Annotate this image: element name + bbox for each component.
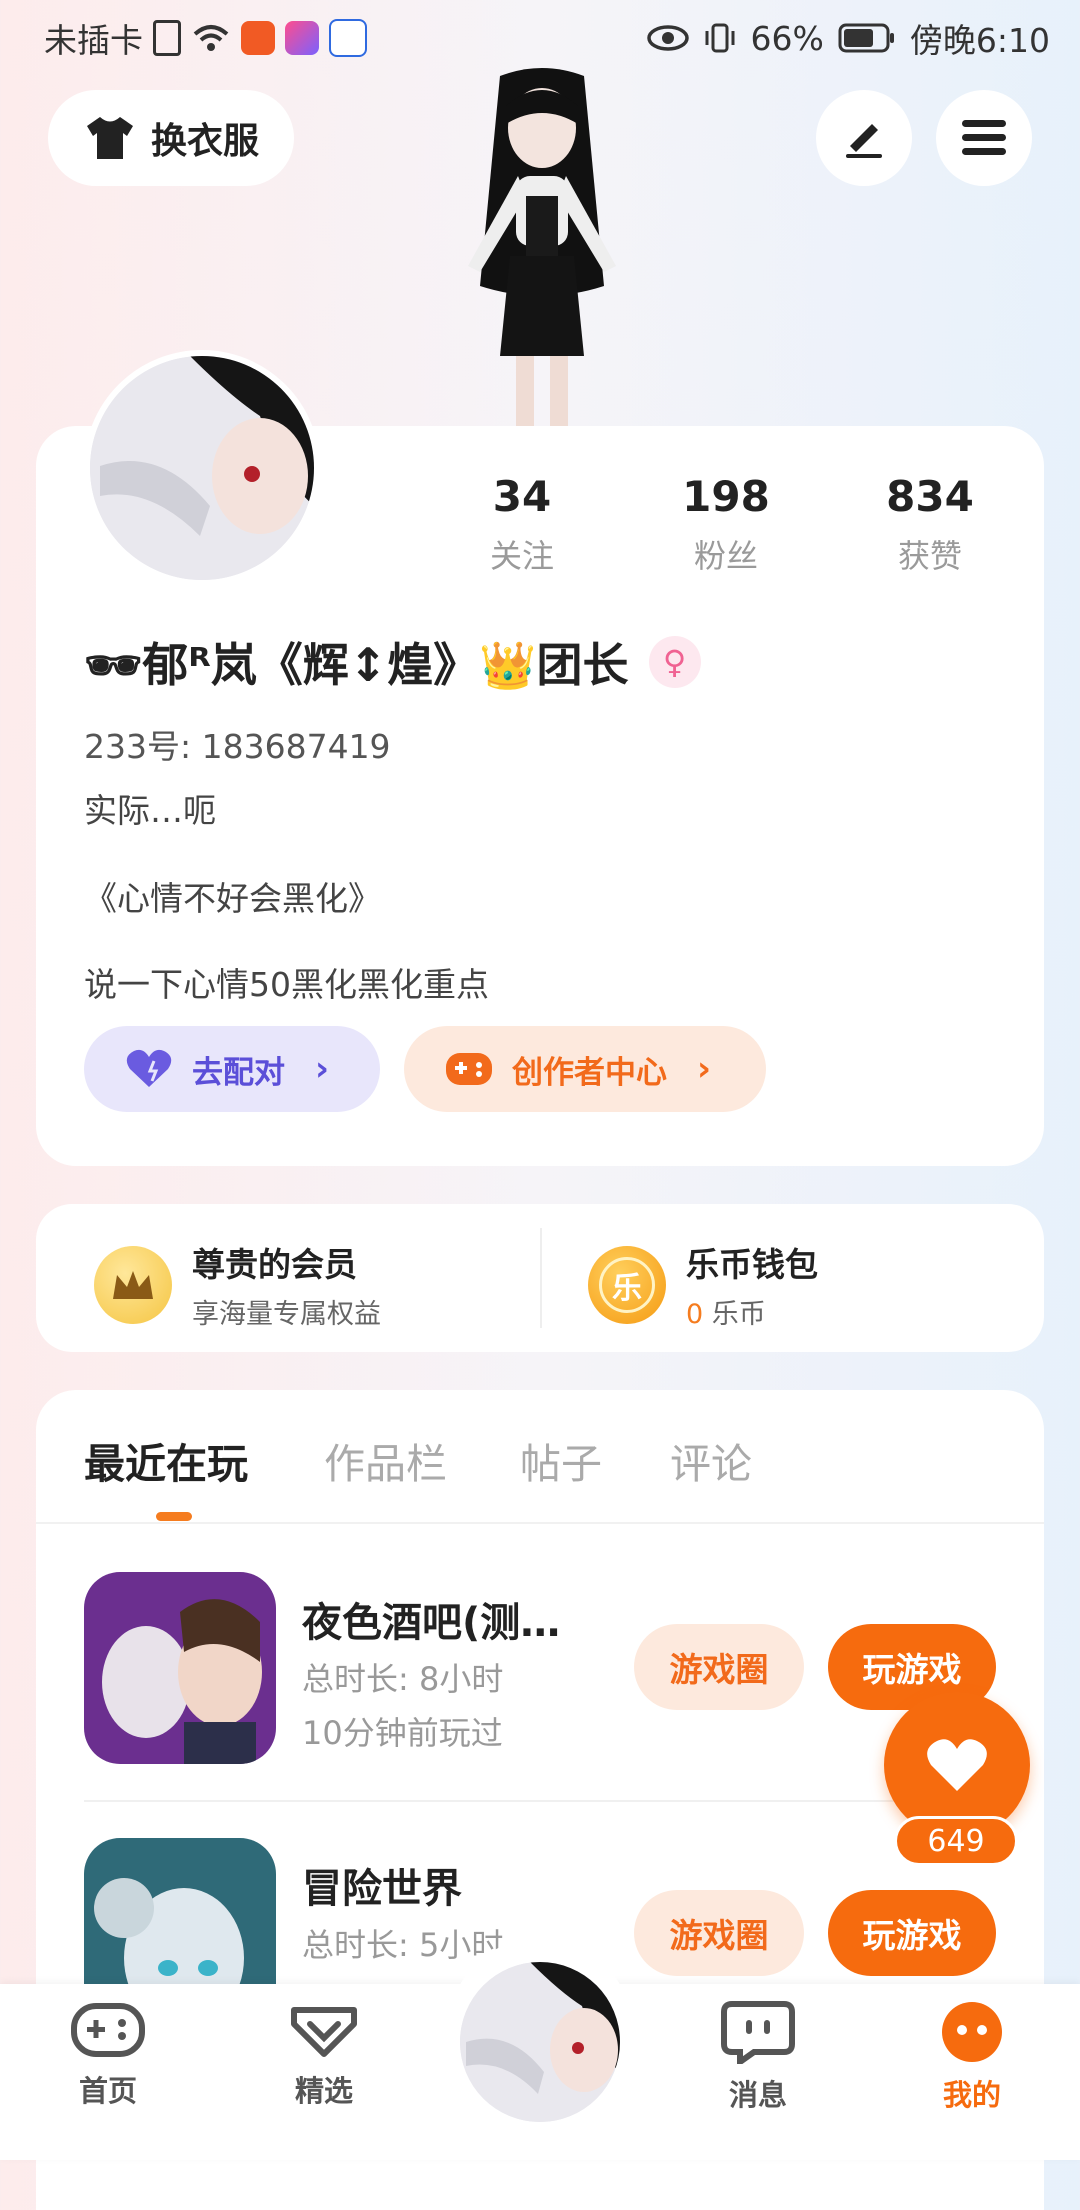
nav-home[interactable]: 首页 [38, 2000, 178, 2110]
avatar[interactable] [84, 350, 320, 586]
play-game-button[interactable]: 玩游戏 [828, 1890, 996, 1976]
member-subtitle: 享海量专属权益 [192, 1299, 381, 1330]
nav-messages[interactable]: 消息 [688, 2000, 828, 2114]
tab-posts[interactable]: 帖子 [520, 1430, 602, 1490]
change-outfit-label: 换衣服 [150, 121, 259, 162]
nav-me-label: 我的 [942, 2078, 1001, 2112]
sim-icon [153, 20, 181, 56]
female-gender-icon: ♀ [648, 636, 701, 688]
user-id[interactable]: 233号: 183687419 [84, 720, 391, 768]
baidu-icon [329, 19, 367, 57]
match-label: 去配对 [192, 1054, 285, 1091]
like-count: 649 [894, 1816, 1018, 1866]
divider [540, 1228, 542, 1328]
wifi-icon [193, 25, 229, 51]
likes-stat[interactable]: 834 获赞 [840, 472, 1020, 577]
menu-icon [962, 120, 1006, 155]
battery-percent: 66% [750, 18, 824, 58]
app-notification-icon [285, 21, 319, 55]
game-circle-button[interactable]: 游戏圈 [634, 1890, 804, 1976]
carrier-label: 未插卡 [44, 21, 143, 60]
followers-count: 198 [682, 472, 770, 521]
tshirt-icon [86, 117, 133, 159]
tab-comments[interactable]: 评论 [670, 1430, 752, 1490]
avatar-image [90, 356, 314, 580]
crown-icon [94, 1245, 172, 1324]
game-duration: 总时长: 5小时 [302, 1926, 504, 1964]
change-outfit-button[interactable]: 换衣服 [48, 90, 294, 186]
coin-glyph: 乐 [599, 1256, 655, 1313]
chat-icon [721, 2001, 795, 2068]
wallet-title: 乐币钱包 [686, 1245, 818, 1284]
creator-center-button[interactable]: 创作者中心 › [404, 1026, 766, 1112]
username-row: 🕶郁ᴿ岚《辉↕煌》👑团长 ♀ [84, 630, 701, 694]
member-title: 尊贵的会员 [192, 1245, 357, 1284]
nav-featured[interactable]: 精选 [254, 2000, 394, 2110]
clock: 傍晚6:10 [909, 21, 1050, 60]
vibrate-icon [705, 23, 735, 53]
divider [84, 1800, 996, 1802]
game-title: 夜色酒吧(测… [302, 1600, 561, 1646]
heart-icon [927, 1739, 987, 1791]
avatar-3d-figure[interactable] [408, 66, 676, 436]
tab-works[interactable]: 作品栏 [324, 1430, 447, 1490]
following-stat[interactable]: 34 关注 [432, 472, 612, 577]
purple-heart-icon [126, 1049, 172, 1087]
game-last-played: 10分钟前玩过 [302, 1714, 503, 1752]
nav-me[interactable]: 我的 [902, 2000, 1042, 2114]
chevron-right-icon: › [315, 1049, 330, 1089]
divider [36, 1522, 1044, 1524]
followers-stat[interactable]: 198 粉丝 [636, 472, 816, 577]
wallet-entry[interactable]: 乐 乐币钱包 0 乐币 [588, 1238, 818, 1331]
wallet-balance: 0 [686, 1299, 704, 1330]
nav-messages-label: 消息 [728, 2078, 787, 2112]
membership-entry[interactable]: 尊贵的会员 享海量专属权益 [94, 1238, 381, 1331]
bio-line: 说一下心情50黑化黑化重点 [84, 965, 489, 1004]
username: 🕶郁ᴿ岚《辉↕煌》👑团长 [84, 638, 629, 692]
nav-home-label: 首页 [78, 2074, 137, 2108]
bio-line: 实际…呃 [84, 791, 216, 830]
coin-icon: 乐 [588, 1245, 666, 1324]
followers-label: 粉丝 [693, 537, 758, 575]
wallet-unit: 乐币 [711, 1299, 766, 1330]
battery-icon [838, 23, 894, 53]
game-title: 冒险世界 [302, 1866, 462, 1912]
nav-featured-label: 精选 [294, 2074, 353, 2108]
gamepad-icon [446, 1053, 492, 1085]
creator-center-label: 创作者中心 [512, 1054, 667, 1091]
edit-profile-button[interactable] [816, 90, 912, 186]
bio-line: 《心情不好会黑化》 [84, 879, 381, 918]
chevron-right-icon: › [697, 1049, 712, 1089]
face-icon [942, 2002, 1002, 2062]
pen-icon [846, 124, 882, 158]
game-circle-button[interactable]: 游戏圈 [634, 1624, 804, 1710]
likes-count: 834 [886, 472, 974, 521]
likes-label: 获赞 [897, 537, 962, 575]
game-icon[interactable] [84, 1572, 276, 1764]
following-label: 关注 [489, 537, 554, 575]
heart-box-icon [291, 2007, 357, 2057]
game-duration: 总时长: 8小时 [302, 1660, 504, 1698]
status-bar: 未插卡 66% 傍晚6:10 [0, 0, 1080, 72]
gamepad-icon [71, 2003, 145, 2057]
nav-avatar-button[interactable] [456, 1958, 624, 2126]
tab-recently-played[interactable]: 最近在玩 [84, 1430, 248, 1490]
match-button[interactable]: 去配对 › [84, 1026, 380, 1112]
app-notification-icon [241, 21, 275, 55]
menu-button[interactable] [936, 90, 1032, 186]
following-count: 34 [492, 472, 552, 521]
eye-icon [646, 25, 689, 51]
active-tab-indicator [156, 1512, 192, 1521]
